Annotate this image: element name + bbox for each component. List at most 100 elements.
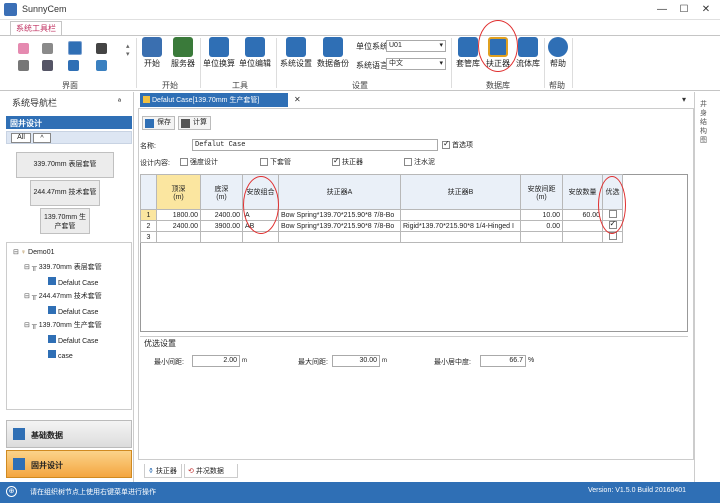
- cell-spacing[interactable]: 0.00: [520, 220, 563, 232]
- cell-a[interactable]: Bow Spring*139.70*215.90*8 7/8-Bo: [278, 209, 401, 221]
- data-backup-button[interactable]: 数据备份: [314, 37, 352, 69]
- option-strength[interactable]: 强度设计: [180, 157, 218, 167]
- casing-button-surface[interactable]: 339.70mm 表层套管: [16, 152, 114, 178]
- option-cementing[interactable]: 注水泥: [404, 157, 435, 167]
- tree-item[interactable]: Defalut Case: [48, 306, 98, 316]
- cell-count[interactable]: [562, 231, 603, 243]
- close-window-button[interactable]: ✕: [698, 2, 714, 17]
- tab-well-data[interactable]: ⟲ 井况数据: [184, 464, 238, 478]
- col-centralizer-a[interactable]: 扶正器A: [278, 174, 401, 210]
- theme-gray-icon[interactable]: [42, 43, 53, 54]
- cell-spacing[interactable]: 10.00: [520, 209, 563, 221]
- tab-menu-chevron-icon[interactable]: ▾: [682, 95, 686, 104]
- pin-icon[interactable]: ª: [118, 97, 121, 106]
- table-row[interactable]: 3: [140, 231, 623, 243]
- max-spacing-unit: m: [382, 358, 387, 364]
- min-centering-unit: %: [528, 357, 535, 364]
- casing-button-production[interactable]: 139.70mm 生产套管: [40, 208, 90, 234]
- expand-toggle-icon[interactable]: ⊟: [13, 249, 19, 256]
- layout-2-icon[interactable]: [42, 60, 53, 71]
- cell-b[interactable]: Rigid*139.70*215.90*8 1/4-Hinged I: [400, 220, 521, 232]
- min-spacing-input[interactable]: 2.00: [192, 355, 240, 367]
- save-button[interactable]: 保存: [142, 116, 175, 130]
- max-spacing-input[interactable]: 30.00: [332, 355, 380, 367]
- tree-item[interactable]: ⊟ ♀ Demo01: [13, 248, 55, 256]
- casing-icon: ╥: [31, 293, 37, 300]
- theme-blue-icon[interactable]: [68, 41, 82, 55]
- name-input[interactable]: Defalut Case: [192, 139, 438, 151]
- system-settings-button[interactable]: 系统设置: [278, 37, 314, 69]
- separator: [572, 38, 573, 88]
- cell-bottom[interactable]: 3900.00: [200, 220, 243, 232]
- cell-count[interactable]: [562, 220, 603, 232]
- cell-top[interactable]: 1800.00: [156, 209, 201, 221]
- layout-4-icon[interactable]: [96, 60, 107, 71]
- wellbore-diagram-tab[interactable]: 井身结构图: [700, 100, 710, 145]
- separator: [451, 38, 452, 88]
- casing-button-intermediate[interactable]: 244.47mm 技术套管: [30, 180, 100, 206]
- min-centering-input[interactable]: 66.7: [480, 355, 526, 367]
- cell-count[interactable]: 60.00: [562, 209, 603, 221]
- option-run-casing[interactable]: 下套管: [260, 157, 291, 167]
- tree-item[interactable]: ⊟ ╥ 139.70mm 生产套管: [24, 320, 102, 330]
- tab-centralizer[interactable]: ⚱ 扶正器: [144, 464, 182, 478]
- app-logo-icon: [4, 3, 17, 16]
- checkbox-icon: ✓: [332, 156, 340, 167]
- cell-spacing[interactable]: [520, 231, 563, 243]
- theme-dark-icon[interactable]: [96, 43, 107, 54]
- cell-a[interactable]: Bow Spring*139.70*215.90*8 7/8-Bo: [278, 220, 401, 232]
- cell-b[interactable]: [400, 231, 521, 243]
- close-tab-icon[interactable]: ✕: [294, 95, 301, 104]
- col-count[interactable]: 安放数量: [562, 174, 603, 210]
- server-button[interactable]: 服务器: [168, 37, 198, 69]
- case-icon: [48, 335, 56, 343]
- preferred-checkbox[interactable]: ✓ 首选项: [442, 139, 473, 150]
- help-button[interactable]: 帮助: [546, 37, 570, 69]
- col-bottom-depth[interactable]: 底深 (m): [200, 174, 243, 210]
- tree-item[interactable]: ⊟ ╥ 339.70mm 表层套管: [24, 262, 102, 272]
- cell-top[interactable]: [156, 231, 201, 243]
- annotation-circle: [598, 176, 626, 234]
- tree-item[interactable]: Defalut Case: [48, 277, 98, 287]
- table-row[interactable]: 1 1800.00 2400.00 A Bow Spring*139.70*21…: [140, 209, 623, 221]
- col-top-depth[interactable]: 顶深 (m): [156, 174, 201, 210]
- unit-convert-button[interactable]: 单位换算: [202, 37, 236, 69]
- tree-item[interactable]: ⊟ ╥ 244.47mm 技术套管: [24, 291, 102, 301]
- ribbon-scroll-icon[interactable]: ▴ ▾: [126, 42, 130, 58]
- ribbon-tab-system-tools[interactable]: 系统工具栏: [10, 21, 62, 36]
- annotation-circle: [243, 176, 279, 234]
- nav-cementing-design[interactable]: 固井设计: [6, 450, 132, 478]
- cell-bottom[interactable]: [200, 231, 243, 243]
- tree-item[interactable]: Defalut Case: [48, 335, 98, 345]
- expand-toggle-icon[interactable]: ⊟: [24, 264, 30, 271]
- unit-edit-button[interactable]: 单位编辑: [238, 37, 272, 69]
- layout-1-icon[interactable]: [18, 60, 29, 71]
- calc-button[interactable]: 计算: [178, 116, 211, 130]
- expand-all-button[interactable]: All: [11, 133, 31, 143]
- language-select[interactable]: 中文 ▾: [386, 58, 446, 70]
- minimize-button[interactable]: —: [654, 2, 670, 17]
- group-label-start: 开始: [162, 81, 178, 90]
- expand-toggle-icon[interactable]: ⊟: [24, 322, 30, 329]
- theme-pink-icon[interactable]: [18, 43, 29, 54]
- fluid-db-button[interactable]: 流体库: [514, 37, 542, 69]
- tree-item[interactable]: case: [48, 350, 73, 360]
- cell-bottom[interactable]: 2400.00: [200, 209, 243, 221]
- expand-toggle-icon[interactable]: ⊟: [24, 293, 30, 300]
- col-spacing[interactable]: 安放间距 (m): [520, 174, 563, 210]
- cell-a[interactable]: [278, 231, 401, 243]
- cell-top[interactable]: 2400.00: [156, 220, 201, 232]
- nav-basic-data[interactable]: 基础数据: [6, 420, 132, 448]
- layout-3-icon[interactable]: [68, 60, 79, 71]
- option-centralizer[interactable]: ✓ 扶正器: [332, 156, 363, 167]
- maximize-button[interactable]: ☐: [676, 2, 692, 17]
- cell-b[interactable]: [400, 209, 521, 221]
- start-button[interactable]: 开始: [140, 37, 164, 69]
- collapse-button[interactable]: ^: [33, 133, 51, 143]
- document-tab[interactable]: Defalut Case[139.70mm 生产套管]: [140, 93, 288, 107]
- nav-header: 系统导航栏: [12, 98, 58, 108]
- table-row[interactable]: 2 2400.00 3900.00 AB Bow Spring*139.70*2…: [140, 220, 623, 232]
- unit-system-select[interactable]: U01 ▾: [386, 40, 446, 52]
- col-centralizer-b[interactable]: 扶正器B: [400, 174, 521, 210]
- nav-controls: All ^: [6, 131, 132, 144]
